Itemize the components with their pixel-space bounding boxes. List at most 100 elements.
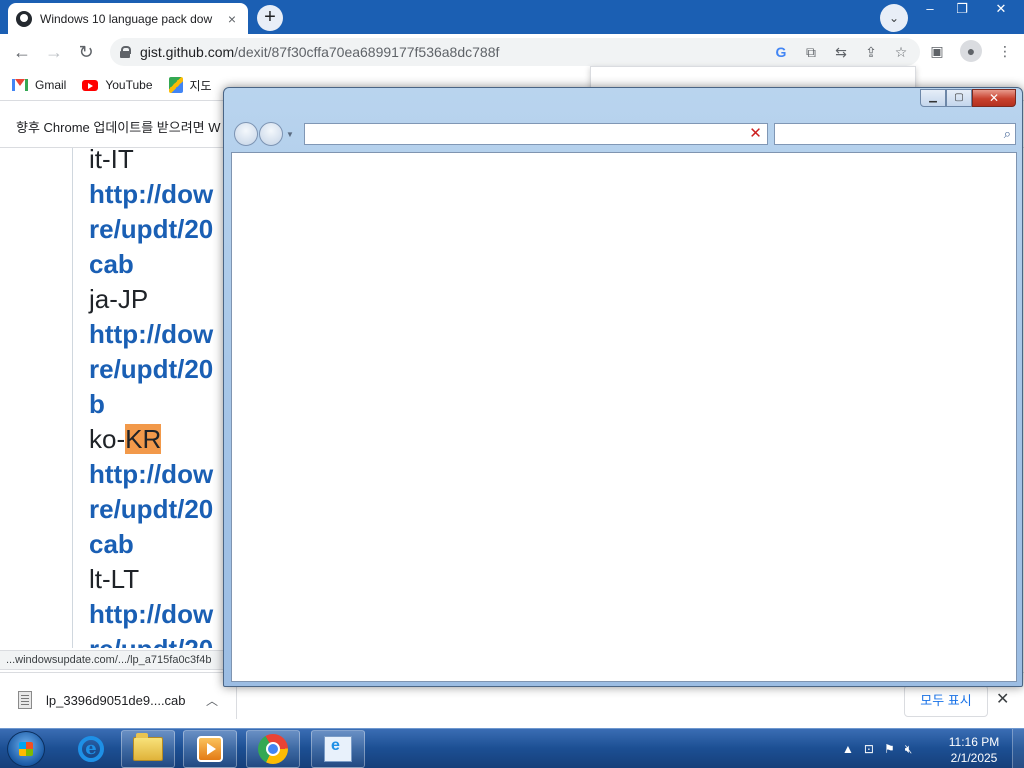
gist-locale-line: ko-KR (89, 422, 162, 457)
tab-gist[interactable]: Windows 10 language pack dow × (8, 3, 248, 34)
popup-close-button[interactable]: ✕ (972, 89, 1016, 107)
lock-icon[interactable] (120, 46, 131, 58)
back-arrow-icon[interactable]: ← (10, 41, 34, 63)
restore-button[interactable]: ❐ (946, 0, 978, 18)
line-text: re/updt/20 (89, 214, 214, 244)
line-text: cab (89, 249, 134, 279)
line-text: re/updt/20 (89, 354, 214, 384)
bookmark-youtube[interactable]: YouTube (82, 78, 153, 92)
find-in-page-icon[interactable]: ⧉ (802, 44, 820, 61)
gist-link-line[interactable]: re/updt/20 (89, 212, 213, 247)
gist-locale-line: lt-LT (89, 562, 139, 597)
gist-link-line[interactable]: b (89, 387, 105, 422)
chrome-icon (258, 734, 288, 764)
gist-border (72, 148, 73, 648)
new-tab-button[interactable]: + (257, 5, 283, 31)
popup-minimize-button[interactable]: ▁ (920, 89, 946, 107)
taskbar: e ▲ ⊡ ⚑ 🔇︎ 11:16 PM 2/1/2025 (0, 728, 1024, 768)
gist-locale-line: it-IT (89, 148, 134, 177)
popup-address-field[interactable]: ▼ (304, 123, 766, 145)
youtube-icon (82, 79, 99, 91)
history-dropdown-icon[interactable]: ▼ (286, 130, 294, 139)
clock[interactable]: 11:16 PM 2/1/2025 (934, 734, 1014, 766)
folder-icon (133, 733, 163, 761)
gist-link-line[interactable]: http://dow (89, 597, 213, 632)
gist-link-line[interactable]: cab (89, 247, 134, 282)
gist-link-line[interactable]: cab (89, 527, 134, 562)
tab-close-button[interactable]: × (224, 11, 240, 27)
bookmark-label: Gmail (35, 78, 67, 92)
cab-file-icon (18, 691, 32, 709)
maps-icon (168, 77, 183, 93)
side-panel-icon[interactable]: ▣ (926, 40, 948, 62)
line-text: cab (89, 529, 134, 559)
back-button[interactable] (234, 122, 258, 146)
taskbar-ie[interactable]: e (64, 730, 118, 768)
popup-window[interactable]: ▁ ▢ ✕ ▼ ▼ ✕ ⌕ (223, 87, 1023, 687)
popup-content-area[interactable] (231, 152, 1017, 682)
bookmark-star-icon[interactable]: ☆ (892, 44, 910, 61)
gist-link-line[interactable]: http://dow (89, 317, 213, 352)
taskbar-explorer[interactable] (121, 730, 175, 768)
search-icon[interactable]: ⌕ (1004, 126, 1011, 142)
popup-nav: ▼ (234, 122, 294, 146)
start-button[interactable] (7, 731, 45, 767)
share-icon[interactable]: ⇪ (862, 44, 880, 61)
close-shelf-button[interactable]: ✕ (996, 689, 1009, 709)
line-text: ja-JP (89, 284, 149, 314)
profile-avatar-icon[interactable]: ● (960, 40, 982, 62)
clock-date: 2/1/2025 (950, 751, 998, 765)
action-center-flag-icon[interactable]: ⚑ (884, 742, 895, 756)
download-item[interactable]: lp_3396d9051de9....cab (18, 691, 186, 709)
gist-link-line[interactable]: re/updt/20 (89, 352, 213, 387)
divider (236, 683, 237, 719)
show-hidden-icons-icon[interactable]: ▲ (842, 742, 854, 756)
line-text: http://dow (89, 459, 214, 489)
bookmark-maps[interactable]: 지도 (168, 77, 212, 94)
gist-link-line[interactable]: re/updt/20 (89, 632, 213, 648)
url-text: gist.github.com/dexit/87f30cffa70ea68991… (140, 44, 500, 60)
popup-search-field[interactable]: ⌕ (774, 123, 1016, 145)
volume-muted-icon[interactable]: 🔇︎ (905, 742, 913, 757)
bookmark-label: YouTube (105, 78, 153, 92)
network-icon[interactable]: ⊡ (864, 742, 874, 756)
gmail-icon (12, 79, 28, 91)
infobar-message: 향후 Chrome 업데이트를 받으려면 W (16, 120, 221, 135)
gist-link-line[interactable]: re/updt/20 (89, 492, 213, 527)
close-window-button[interactable]: ✕ (978, 0, 1024, 18)
status-url-bubble: ...windowsupdate.com/.../lp_a715fa0c3f4b (0, 650, 230, 670)
bookmark-gmail[interactable]: Gmail (12, 78, 66, 92)
stop-button[interactable]: ✕ (744, 123, 768, 145)
tab-search-button[interactable]: ⌄ (880, 4, 908, 32)
forward-button[interactable] (259, 122, 283, 146)
bookmark-label: 지도 (189, 78, 212, 93)
line-text: lt-LT (89, 564, 140, 594)
internet-explorer-icon: e (78, 736, 104, 762)
taskbar-popup-app[interactable] (311, 730, 365, 768)
forward-arrow-icon[interactable]: → (42, 41, 66, 63)
line-text: it-IT (89, 148, 134, 174)
menu-kebab-icon[interactable]: ⋮ (994, 40, 1016, 62)
translate-icon[interactable]: ⇆ (832, 44, 850, 61)
line-text: http://dow (89, 179, 214, 209)
line-text: ko- (89, 424, 126, 454)
tab-title: Windows 10 language pack dow (40, 11, 213, 26)
gist-link-line[interactable]: http://dow (89, 457, 213, 492)
show-all-button[interactable]: 모두 표시 (904, 685, 988, 717)
chevron-up-icon[interactable]: ︿ (206, 692, 218, 709)
taskbar-chrome[interactable] (246, 730, 300, 768)
minimize-button[interactable]: – (914, 0, 946, 18)
search-highlight: KR (125, 424, 162, 454)
popup-window-controls: ▁ ▢ ✕ (920, 89, 1016, 107)
line-text: re/updt/20 (89, 634, 213, 648)
address-bar[interactable]: gist.github.com/dexit/87f30cffa70ea68991… (110, 38, 920, 66)
reload-icon[interactable]: ↻ (74, 41, 98, 63)
line-text: http://dow (89, 599, 214, 629)
gist-link-line[interactable]: http://dow (89, 177, 213, 212)
toolbar-right: ▣ ● ⋮ (926, 40, 1016, 62)
taskbar-media-player[interactable] (183, 730, 237, 768)
show-desktop-button[interactable] (1012, 729, 1024, 768)
system-tray: ▲ ⊡ ⚑ 🔇︎ (842, 729, 912, 768)
google-lens-icon[interactable]: G (772, 44, 790, 60)
popup-maximize-button[interactable]: ▢ (946, 89, 972, 107)
